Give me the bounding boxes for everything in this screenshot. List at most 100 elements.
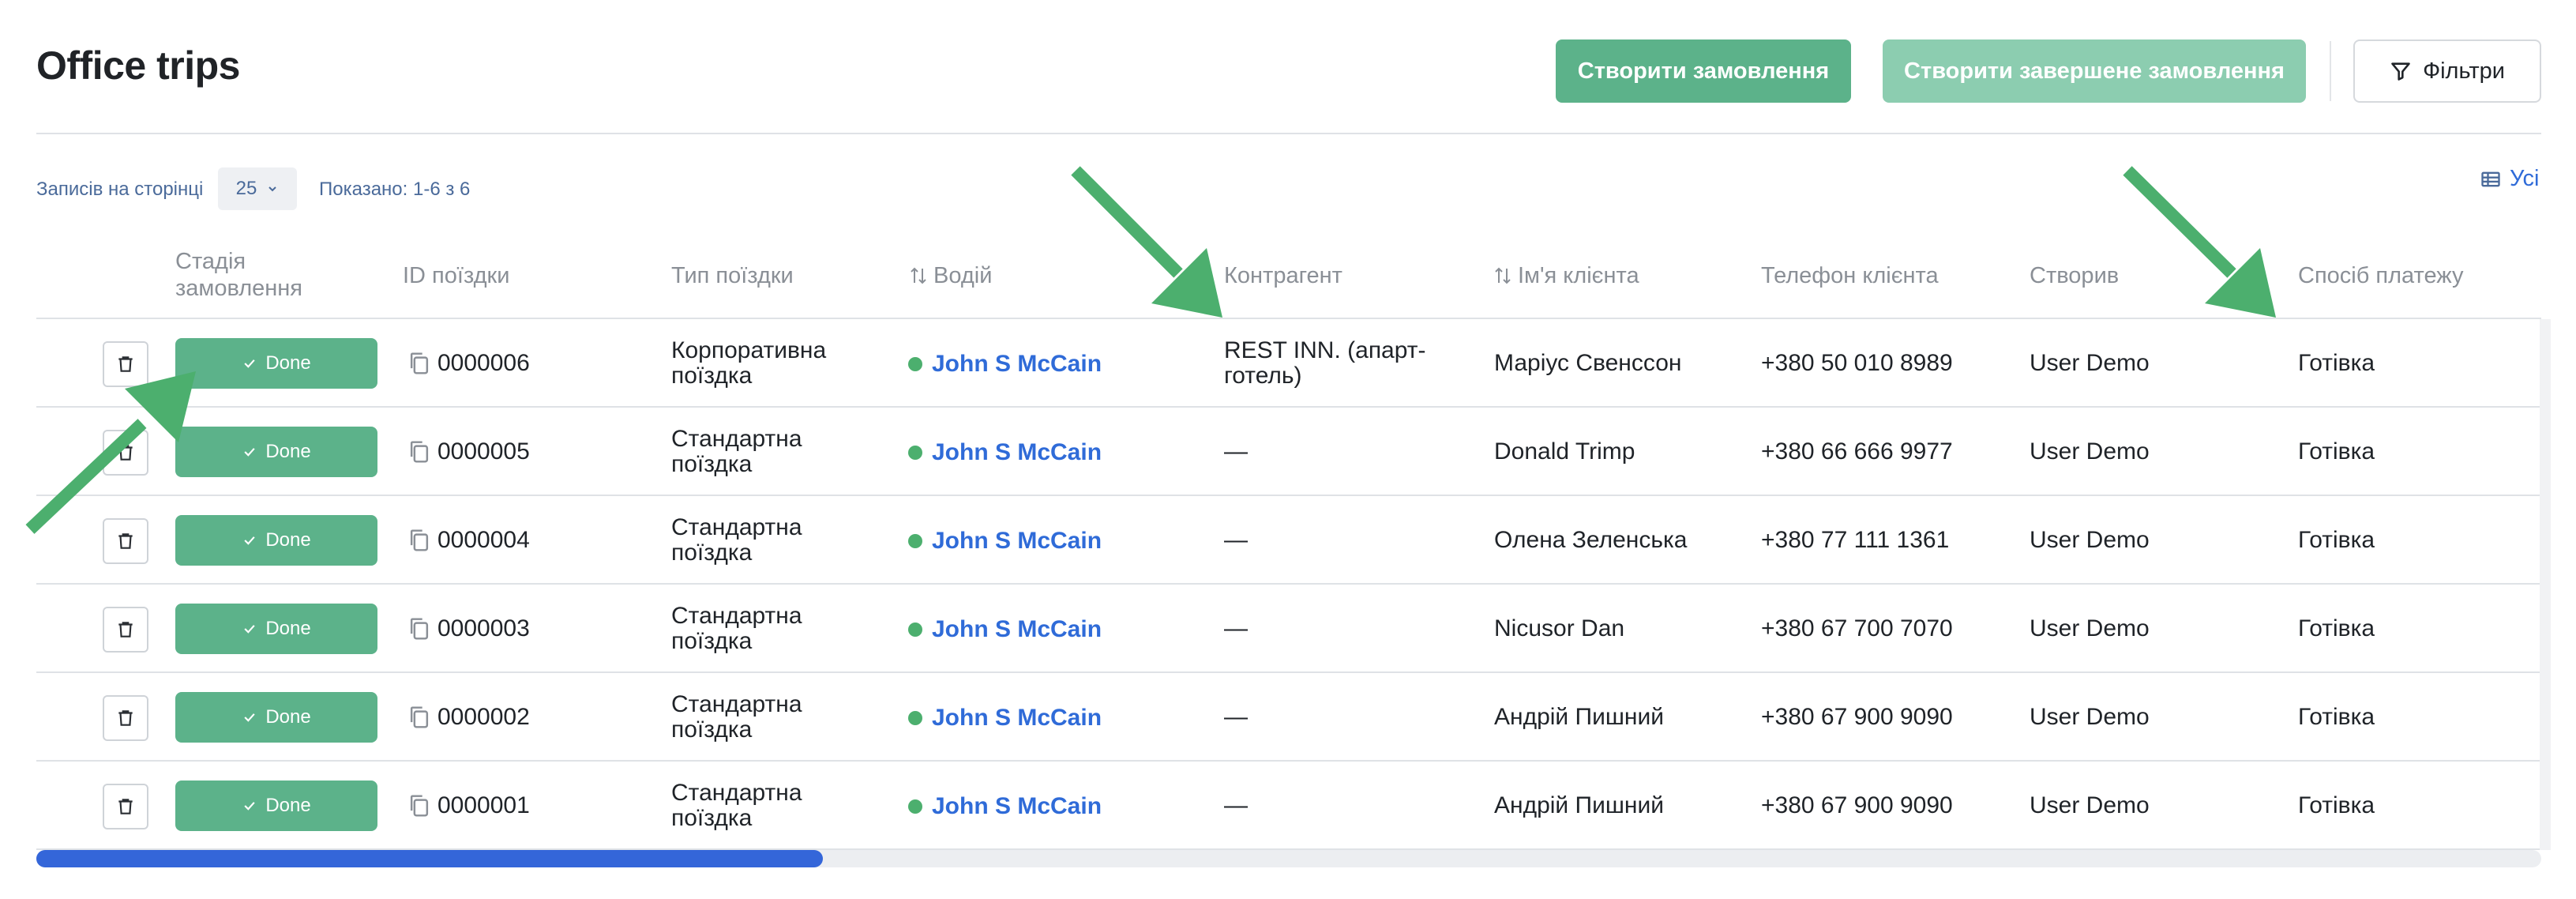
trash-icon xyxy=(118,356,133,372)
status-label: Done xyxy=(265,529,311,551)
column-header-payment[interactable]: Спосіб платежу xyxy=(2298,262,2464,289)
table-row[interactable]: Done 0000003 Стандартна поїздка John S McCa… xyxy=(36,585,2541,673)
column-header-client-phone[interactable]: Телефон клієнта xyxy=(1761,262,1939,289)
trip-id: 0000002 xyxy=(437,704,530,730)
trip-type: Стандартна поїздка xyxy=(671,514,802,566)
driver-link[interactable]: John S McCain xyxy=(932,793,1102,820)
column-header-stage[interactable]: Стадія замовлення xyxy=(175,248,325,302)
counterparty: — xyxy=(1224,615,1248,641)
column-header-trip-type[interactable]: Тип поїздки xyxy=(671,262,794,289)
records-per-page-select[interactable]: 25 xyxy=(218,167,297,210)
chevron-down-icon xyxy=(268,186,277,192)
driver-link[interactable]: John S McCain xyxy=(932,705,1102,732)
table-row[interactable]: Done 0000002 Стандартна поїздка John S McCa… xyxy=(36,673,2541,762)
table-row[interactable]: Done 0000004 Стандартна поїздка John S McCa… xyxy=(36,496,2541,585)
copy-icon[interactable] xyxy=(407,528,431,553)
payment-method: Готівка xyxy=(2298,438,2375,465)
header-divider xyxy=(36,133,2541,134)
check-icon xyxy=(244,625,255,634)
check-icon xyxy=(244,359,255,368)
create-completed-order-button[interactable]: Створити завершене замовлення xyxy=(1883,39,2306,103)
trash-icon xyxy=(118,710,133,726)
delete-button[interactable] xyxy=(103,430,148,476)
client-phone: +380 77 111 1361 xyxy=(1761,527,1950,553)
check-icon xyxy=(244,448,255,457)
trip-id: 0000003 xyxy=(437,615,530,641)
client-phone: +380 66 666 9977 xyxy=(1761,438,1953,465)
driver-link[interactable]: John S McCain xyxy=(932,528,1102,555)
created-by: User Demo xyxy=(2030,792,2150,818)
vertical-scrollbar[interactable] xyxy=(2540,319,2551,850)
sort-icon xyxy=(911,267,926,284)
counterparty: REST INN. (апарт-готель) xyxy=(1224,337,1426,389)
column-header-trip-id[interactable]: ID поїздки xyxy=(403,262,509,289)
toolbar-divider xyxy=(2330,41,2331,101)
status-badge[interactable]: Done xyxy=(175,692,377,743)
columns-toggle[interactable]: Усі xyxy=(2480,166,2539,192)
status-badge[interactable]: Done xyxy=(175,781,377,831)
copy-icon[interactable] xyxy=(407,351,431,376)
payment-method: Готівка xyxy=(2298,615,2375,641)
status-dot-icon xyxy=(908,623,922,637)
status-dot-icon xyxy=(908,711,922,725)
trip-type: Стандартна поїздка xyxy=(671,780,802,831)
copy-icon[interactable] xyxy=(407,616,431,641)
create-order-button[interactable]: Створити замовлення xyxy=(1556,39,1851,103)
client-name: Андрій Пишний xyxy=(1494,704,1664,730)
driver-link[interactable]: John S McCain xyxy=(932,439,1102,466)
payment-method: Готівка xyxy=(2298,350,2375,376)
trip-type: Стандартна поїздка xyxy=(671,691,802,743)
status-label: Done xyxy=(265,706,311,728)
driver-link[interactable]: John S McCain xyxy=(932,351,1102,378)
driver-link[interactable]: John S McCain xyxy=(932,616,1102,643)
filters-label: Фільтри xyxy=(2423,58,2505,84)
status-badge[interactable]: Done xyxy=(175,515,377,566)
filters-button[interactable]: Фільтри xyxy=(2353,39,2541,103)
table-columns-icon xyxy=(2481,171,2500,186)
delete-button[interactable] xyxy=(103,784,148,829)
column-header-driver-label: Водій xyxy=(933,263,993,288)
trip-id: 0000006 xyxy=(437,350,530,376)
check-icon xyxy=(244,536,255,545)
trip-id: 0000005 xyxy=(437,438,530,465)
check-icon xyxy=(244,713,255,722)
client-name: Олена Зеленська xyxy=(1494,527,1688,553)
records-shown-info: Показано: 1-6 з 6 xyxy=(319,179,471,200)
table-row[interactable]: Done 0000005 Стандартна поїздка John S McCa… xyxy=(36,408,2541,496)
status-dot-icon xyxy=(908,799,922,814)
client-name: Андрій Пишний xyxy=(1494,792,1664,818)
created-by: User Demo xyxy=(2030,527,2150,553)
status-badge[interactable]: Done xyxy=(175,604,377,654)
copy-icon[interactable] xyxy=(407,439,431,465)
delete-button[interactable] xyxy=(103,695,148,741)
client-name: Маріус Свенссон xyxy=(1494,350,1682,376)
check-icon xyxy=(244,802,255,811)
created-by: User Demo xyxy=(2030,704,2150,730)
column-header-created-by[interactable]: Створив xyxy=(2030,262,2119,289)
status-dot-icon xyxy=(908,446,922,460)
table-row[interactable]: Done 0000001 Стандартна поїздка John S McCa… xyxy=(36,762,2541,850)
copy-icon[interactable] xyxy=(407,705,431,730)
client-name: Donald Trimp xyxy=(1494,438,1635,465)
column-header-driver[interactable]: Водій xyxy=(910,262,992,289)
delete-button[interactable] xyxy=(103,341,148,387)
created-by: User Demo xyxy=(2030,438,2150,465)
delete-button[interactable] xyxy=(103,607,148,653)
status-badge[interactable]: Done xyxy=(175,338,377,389)
column-header-counterparty[interactable]: Контрагент xyxy=(1224,262,1342,289)
table-row[interactable]: Done 0000006 Корпоративна поїздка John S Mc… xyxy=(36,319,2541,408)
page-title: Office trips xyxy=(36,43,240,88)
status-label: Done xyxy=(265,441,311,462)
trash-icon xyxy=(118,445,133,461)
delete-button[interactable] xyxy=(103,518,148,564)
created-by: User Demo xyxy=(2030,350,2150,376)
records-per-page-value: 25 xyxy=(235,178,257,199)
copy-icon[interactable] xyxy=(407,793,431,818)
trash-icon xyxy=(118,622,133,638)
column-header-client-name[interactable]: Ім'я клієнта xyxy=(1494,262,1639,289)
client-phone: +380 67 900 9090 xyxy=(1761,792,1953,818)
table-header: Стадія замовлення ID поїздки Тип поїздки… xyxy=(36,237,2541,318)
status-badge[interactable]: Done xyxy=(175,427,377,477)
column-header-client-name-label: Ім'я клієнта xyxy=(1518,263,1639,288)
horizontal-scrollbar-thumb[interactable] xyxy=(36,850,823,867)
